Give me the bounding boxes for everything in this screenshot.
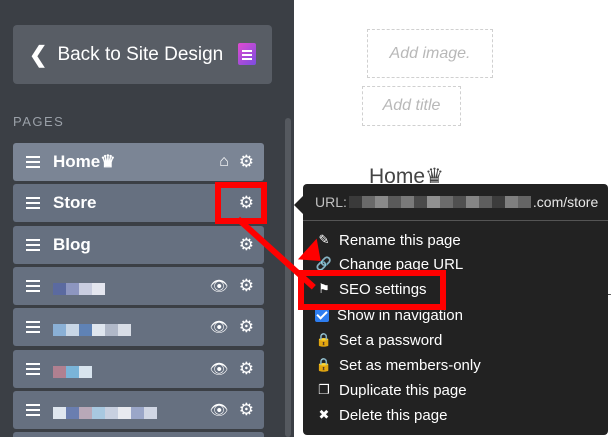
page-url-display: URL: .com/store [315, 194, 598, 210]
rename-page-item[interactable]: ✎ Rename this page [315, 229, 461, 251]
set-password-item[interactable]: 🔒 Set a password [315, 329, 442, 351]
lock-icon: 🔒 [315, 332, 333, 347]
redacted-page-name [53, 366, 92, 378]
drag-handle-icon[interactable] [26, 280, 40, 292]
page-row-hidden[interactable]: 👁 ⚙ [13, 391, 264, 429]
drag-handle-icon[interactable] [26, 321, 40, 333]
menu-item-label: Delete this page [339, 406, 448, 424]
url-prefix: URL: [315, 194, 347, 210]
page-name: Store [53, 193, 97, 212]
page-row-hidden[interactable]: 👁 ⚙ [13, 267, 264, 305]
menu-item-label: Set as members-only [339, 356, 481, 374]
seo-highlight-box [298, 270, 446, 310]
drag-handle-icon[interactable] [26, 156, 40, 168]
page-row-hidden[interactable]: 👁 ⚙ [13, 350, 264, 388]
gear-icon[interactable]: ⚙ [239, 276, 254, 296]
page-row-hidden[interactable]: 👁 ⚙ [13, 308, 264, 346]
add-title-placeholder[interactable]: Add title [362, 86, 461, 126]
checkbox-icon[interactable] [315, 308, 329, 322]
set-members-only-item[interactable]: 🔒 Set as members-only [315, 354, 481, 376]
eye-slash-icon[interactable]: 👁 [210, 277, 229, 295]
menu-divider [303, 220, 608, 221]
lock-icon: 🔒 [315, 357, 333, 372]
copy-icon: ❐ [318, 382, 330, 397]
gear-icon[interactable]: ⚙ [239, 152, 254, 172]
add-image-placeholder[interactable]: Add image. [367, 29, 493, 78]
eye-slash-icon[interactable]: 👁 [210, 401, 229, 419]
page-row-partial[interactable] [13, 432, 264, 437]
redacted-page-name [53, 324, 131, 336]
back-to-site-design-button[interactable]: ❮ Back to Site Design [13, 25, 272, 84]
document-icon[interactable] [238, 43, 256, 65]
sidebar-scrollbar[interactable] [285, 118, 291, 437]
gear-icon[interactable]: ⚙ [239, 317, 254, 337]
close-icon: ✖ [318, 407, 330, 422]
eye-slash-icon[interactable]: 👁 [210, 318, 229, 336]
page-name: Home♛ [53, 152, 116, 171]
eye-slash-icon[interactable]: 👁 [210, 360, 229, 378]
home-icon: ⌂ [219, 153, 229, 170]
page-name: Blog [53, 235, 91, 254]
gear-icon[interactable]: ⚙ [239, 359, 254, 379]
gear-icon[interactable]: ⚙ [239, 235, 254, 255]
gear-icon[interactable]: ⚙ [239, 400, 254, 420]
chevron-left-icon: ❮ [29, 41, 48, 67]
drag-handle-icon[interactable] [26, 363, 40, 375]
menu-item-label: Duplicate this page [339, 381, 467, 399]
page-row-home[interactable]: Home♛ ⌂ ⚙ [13, 143, 264, 181]
delete-page-item[interactable]: ✖ Delete this page [315, 404, 448, 426]
redacted-page-name [53, 283, 105, 295]
redacted-url [348, 196, 531, 208]
redacted-page-name [53, 407, 157, 419]
drag-handle-icon[interactable] [26, 197, 40, 209]
pages-section-label: PAGES [13, 114, 65, 129]
drag-handle-icon[interactable] [26, 404, 40, 416]
page-row-blog[interactable]: Blog ⚙ [13, 226, 264, 264]
url-suffix: .com/store [532, 194, 599, 210]
duplicate-page-item[interactable]: ❐ Duplicate this page [315, 379, 467, 401]
menu-item-label: Set a password [339, 331, 443, 349]
drag-handle-icon[interactable] [26, 239, 40, 251]
menu-item-label: Rename this page [339, 231, 461, 249]
back-button-label: Back to Site Design [57, 43, 224, 65]
